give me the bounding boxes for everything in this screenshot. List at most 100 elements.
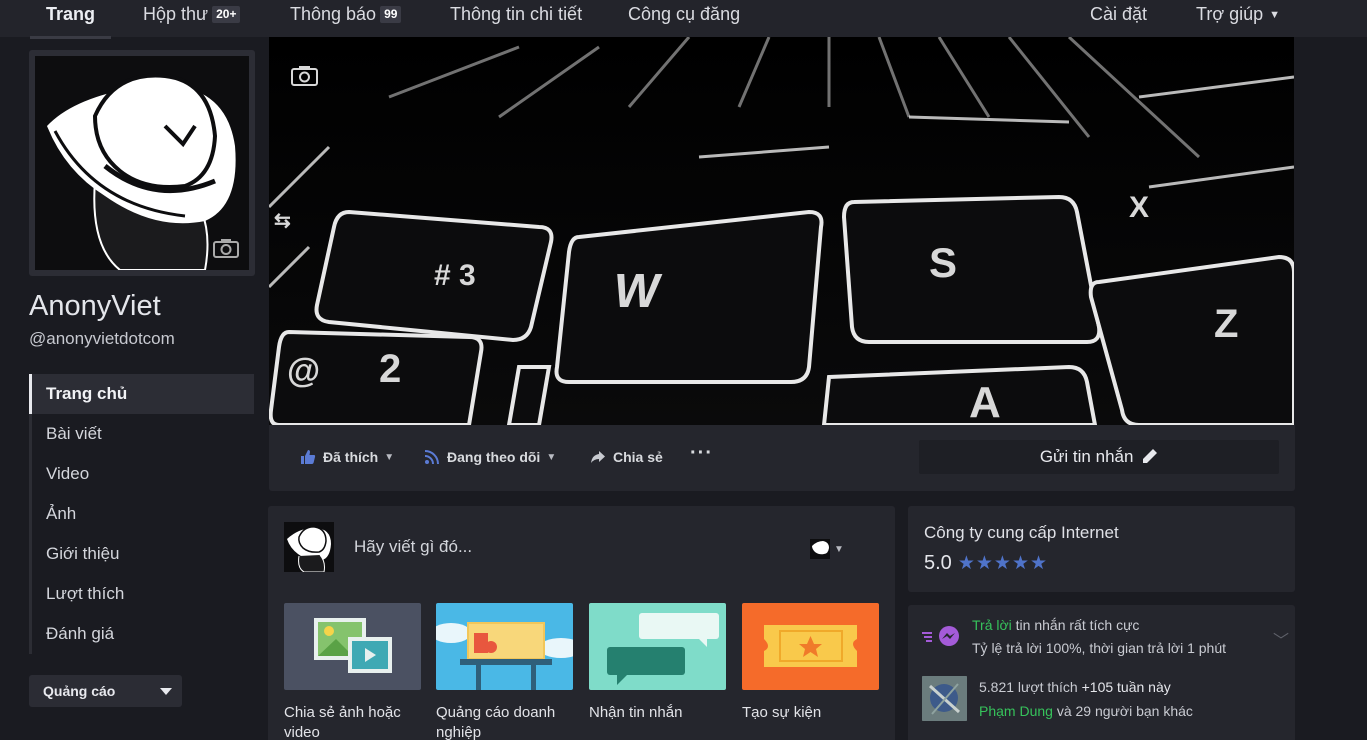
card-label: Tạo sự kiện (742, 704, 822, 721)
card-label: Chia sẻ ảnh hoặc video (284, 704, 401, 740)
audience-selector[interactable]: ▼ (810, 539, 844, 559)
nav-insights[interactable]: Thông tin chi tiết (450, 2, 582, 39)
star-icon: ★ (1011, 553, 1029, 574)
likes-count: 5.821 lượt thích (979, 679, 1078, 695)
photo-video-icon (284, 603, 421, 690)
svg-text:Z: Z (1214, 302, 1238, 346)
nav-settings[interactable]: Cài đặt (1090, 2, 1147, 39)
nav-home-label: Trang (46, 4, 96, 24)
ads-button-label: Quảng cáo (43, 683, 116, 699)
share-button[interactable]: Chia sẻ (590, 447, 663, 467)
camera-icon[interactable] (213, 238, 239, 258)
ticket-icon (742, 603, 879, 690)
nav-settings-label: Cài đặt (1090, 4, 1148, 24)
likes-count-text: 5.821 lượt thích +105 tuần này (979, 679, 1171, 695)
page-stats-box: Trả lời tin nhắn rất tích cực Tỷ lệ trả … (908, 605, 1295, 740)
star-icon: ★ (975, 553, 993, 574)
liked-label: Đã thích (323, 449, 379, 465)
nav-publishing-tools-label: Công cụ đăng (628, 4, 741, 24)
star-icon: ★ (993, 553, 1011, 574)
response-rest: tin nhắn rất tích cực (1011, 617, 1140, 633)
post-composer: Hãy viết gì đó... ▼ Chia sẻ ảnh hoặc vid… (268, 506, 895, 740)
caret-down-icon: ▼ (384, 451, 395, 463)
sidebar-item-reviews[interactable]: Đánh giá (29, 614, 254, 654)
camera-icon[interactable] (291, 65, 318, 86)
send-message-label: Gửi tin nhắn (1039, 447, 1134, 466)
following-button[interactable]: Đang theo dõi ▼ (424, 447, 556, 467)
pencil-icon (1143, 449, 1158, 463)
friends-like-text: Phạm Dung và 29 người bạn khác (979, 703, 1193, 719)
sidebar-item-posts[interactable]: Bài viết (29, 414, 254, 454)
top-navigation: Trang Hộp thư 20+ Thông báo 99 Thông tin c… (0, 0, 1367, 39)
friend-avatar[interactable] (922, 676, 967, 721)
page-username[interactable]: @anonyvietdotcom (29, 329, 175, 349)
thumbs-up-icon (301, 450, 316, 464)
caret-down-icon: ▼ (834, 543, 844, 555)
svg-text:@: @ (287, 352, 320, 390)
get-messages-card[interactable]: Nhận tin nhắn (589, 603, 727, 723)
page-rating[interactable]: 5.0 ★ ★ ★ ★ ★ (924, 552, 1048, 575)
nav-notifications[interactable]: Thông báo 99 (290, 2, 402, 39)
response-detail: Tỷ lệ trả lời 100%, thời gian trả lời 1 … (972, 640, 1226, 656)
fedora-hat-logo-icon (284, 522, 334, 572)
rss-feed-icon (424, 450, 439, 465)
messenger-icon (922, 626, 959, 646)
share-label: Chia sẻ (613, 449, 663, 465)
sidebar-item-photos[interactable]: Ảnh (29, 494, 254, 534)
nav-home[interactable]: Trang (29, 2, 112, 39)
sidebar-item-about[interactable]: Giới thiệu (29, 534, 254, 574)
page-action-bar: Đã thích ▼ Đang theo dõi ▼ Chia sẻ ··· G… (269, 425, 1295, 491)
card-label: Quảng cáo doanh nghiệp (436, 704, 556, 740)
keyboard-cover-image: W S # 3 @ 2 Z X A ⇆ (269, 37, 1294, 425)
caret-down-icon (160, 688, 172, 695)
sidebar: Trang chủ Bài viết Video Ảnh Giới thiệu … (29, 374, 254, 654)
response-highlight[interactable]: Trả lời (972, 617, 1012, 633)
nav-insights-label: Thông tin chi tiết (450, 4, 583, 24)
inbox-count-badge: 20+ (212, 6, 241, 23)
share-arrow-icon (591, 451, 605, 463)
nav-inbox[interactable]: Hộp thư 20+ (143, 2, 241, 39)
friends-rest: và 29 người bạn khác (1052, 703, 1193, 719)
post-input[interactable]: Hãy viết gì đó... (354, 537, 472, 557)
notifications-count-badge: 99 (380, 6, 402, 23)
ads-button[interactable]: Quảng cáo (29, 675, 182, 707)
svg-text:2: 2 (379, 347, 401, 391)
likes-this-week: +105 tuần này (1081, 679, 1171, 695)
star-icon: ★ (957, 553, 975, 574)
star-icon: ★ (1030, 553, 1048, 574)
send-message-button[interactable]: Gửi tin nhắn (919, 440, 1279, 474)
create-event-card[interactable]: Tạo sự kiện (742, 603, 880, 723)
advertise-business-card[interactable]: Quảng cáo doanh nghiệp (436, 603, 574, 740)
more-options-icon[interactable]: ··· (690, 442, 713, 464)
billboard-icon (436, 603, 573, 690)
svg-text:# 3: # 3 (434, 259, 476, 292)
svg-text:X: X (1129, 191, 1149, 224)
caret-down-icon: ▼ (1269, 9, 1281, 21)
svg-text:A: A (969, 378, 1001, 425)
page-info-box: Công ty cung cấp Internet 5.0 ★ ★ ★ ★ ★ (908, 506, 1295, 592)
card-label: Nhận tin nhắn (589, 704, 683, 721)
nav-help[interactable]: Trợ giúp ▼ (1196, 2, 1280, 39)
svg-text:S: S (929, 239, 957, 286)
nav-publishing-tools[interactable]: Công cụ đăng (628, 2, 740, 39)
caret-down-icon: ▼ (546, 451, 557, 463)
nav-inbox-label: Hộp thư (143, 4, 209, 24)
avatar (284, 522, 334, 572)
chat-bubbles-icon (589, 603, 726, 690)
following-label: Đang theo dõi (447, 449, 541, 465)
chevron-down-icon[interactable]: ﹀ (1273, 627, 1289, 651)
share-photo-video-card[interactable]: Chia sẻ ảnh hoặc video (284, 603, 422, 740)
svg-text:⇆: ⇆ (274, 210, 291, 232)
sidebar-item-home[interactable]: Trang chủ (29, 374, 254, 414)
sidebar-item-likes[interactable]: Lượt thích (29, 574, 254, 614)
profile-picture[interactable] (29, 50, 255, 276)
liked-button[interactable]: Đã thích ▼ (300, 447, 394, 467)
nav-notifications-label: Thông báo (290, 4, 377, 24)
friend-name-link[interactable]: Phạm Dung (979, 703, 1053, 719)
nav-help-label: Trợ giúp (1196, 4, 1264, 24)
cover-photo[interactable]: W S # 3 @ 2 Z X A ⇆ (269, 37, 1294, 425)
page-avatar-icon (810, 539, 830, 559)
page-category[interactable]: Công ty cung cấp Internet (924, 523, 1119, 543)
response-rate-text: Trả lời tin nhắn rất tích cực (972, 617, 1139, 633)
sidebar-item-videos[interactable]: Video (29, 454, 254, 494)
